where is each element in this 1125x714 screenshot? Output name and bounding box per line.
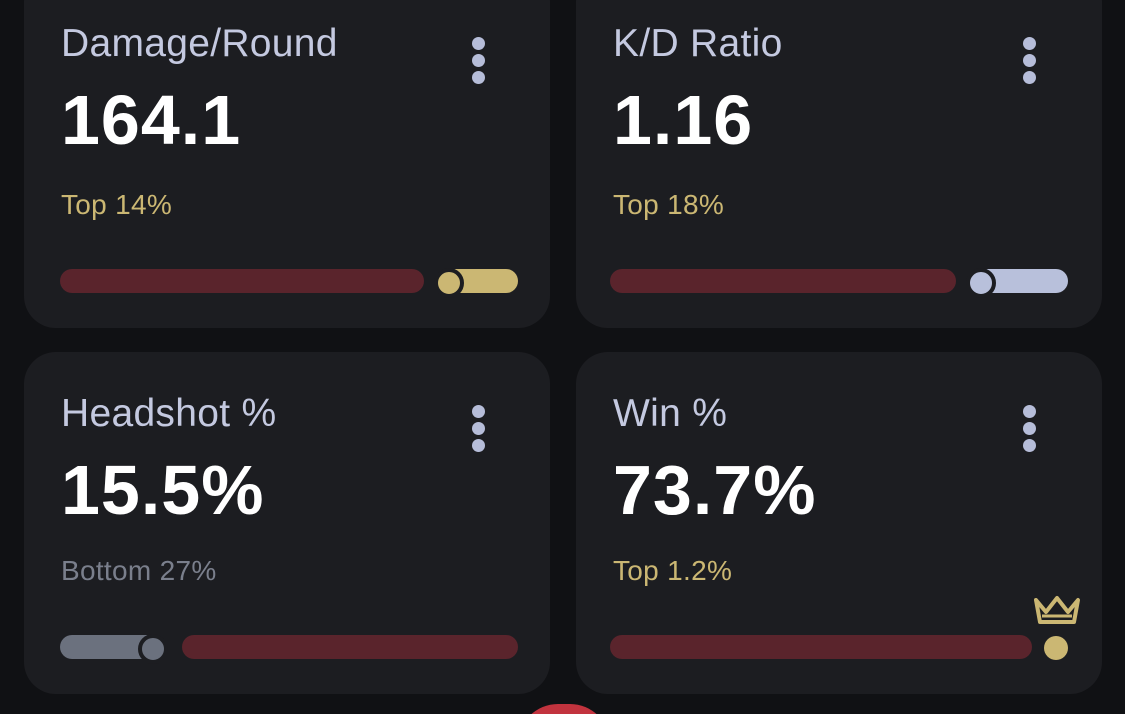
stat-rank: Top 18%	[613, 189, 725, 220]
stat-value: 15.5%	[61, 451, 265, 529]
stat-rank: Top 14%	[61, 189, 173, 220]
card-menu-button[interactable]	[1009, 30, 1049, 90]
percentile-bar-track	[182, 635, 518, 659]
stat-title: Damage/Round	[61, 22, 338, 65]
stat-value: 164.1	[61, 81, 242, 159]
percentile-marker	[966, 268, 996, 298]
crown-icon	[1034, 596, 1080, 624]
stat-card-damage-round[interactable]: Damage/Round 164.1 Top 14%	[24, 0, 550, 328]
stat-card-win[interactable]: Win % 73.7% Top 1.2%	[576, 352, 1102, 694]
percentile-bar-track	[610, 269, 956, 293]
card-menu-button[interactable]	[458, 30, 498, 90]
stat-title: K/D Ratio	[613, 22, 783, 65]
percentile-marker	[434, 268, 464, 298]
stats-grid: Damage/Round 164.1 Top 14% K/D Ratio 1.1…	[0, 0, 1125, 714]
nav-action-button-edge[interactable]	[518, 704, 610, 714]
stat-card-headshot[interactable]: Headshot % 15.5% Bottom 27%	[24, 352, 550, 694]
stat-value: 73.7%	[613, 451, 817, 529]
stat-rank: Top 1.2%	[613, 555, 733, 586]
stat-card-kd-ratio[interactable]: K/D Ratio 1.16 Top 18%	[576, 0, 1102, 328]
card-menu-button[interactable]	[458, 398, 498, 458]
percentile-marker	[1044, 636, 1068, 660]
stat-title: Headshot %	[61, 392, 277, 435]
stat-rank: Bottom 27%	[61, 555, 217, 586]
percentile-bar-track	[610, 635, 1032, 659]
stat-value: 1.16	[613, 81, 754, 159]
card-menu-button[interactable]	[1009, 398, 1049, 458]
percentile-marker	[138, 634, 168, 664]
stat-title: Win %	[613, 392, 728, 435]
percentile-bar-track	[60, 269, 424, 293]
